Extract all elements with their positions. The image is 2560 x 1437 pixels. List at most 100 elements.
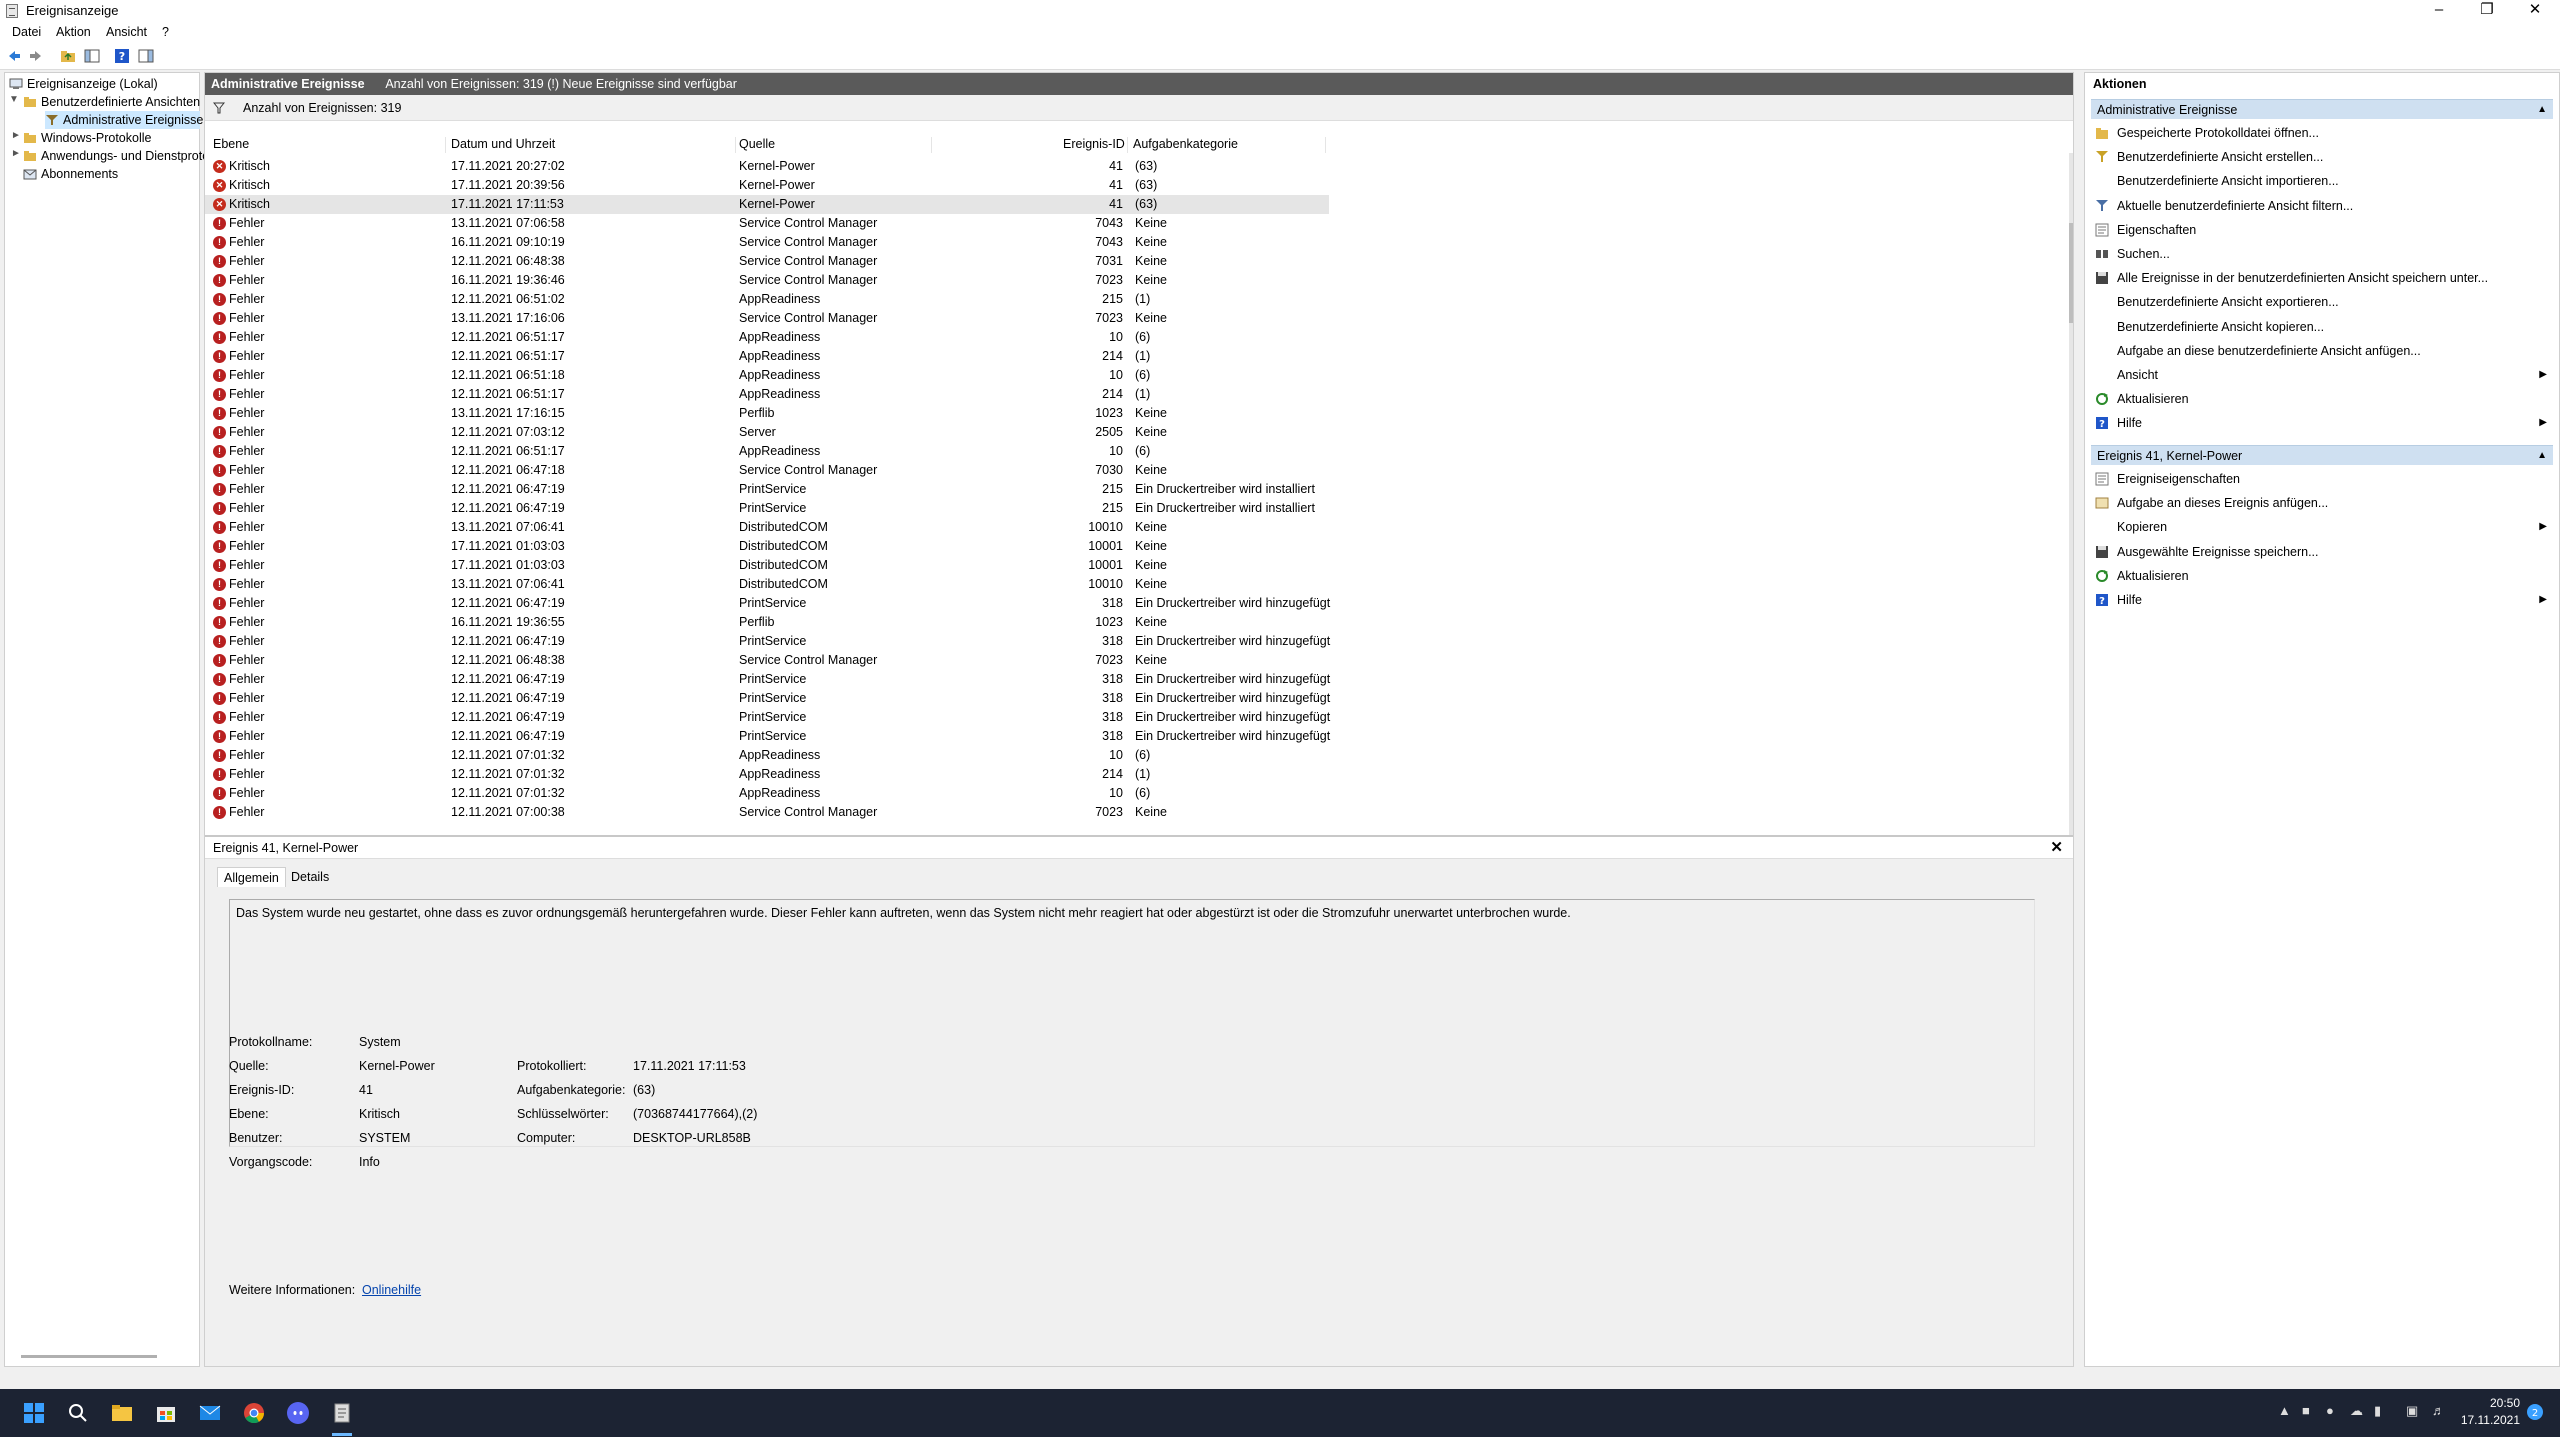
menu-aktion[interactable]: Aktion [56,25,91,39]
tree-item-admin-events[interactable]: Administrative Ereignisse [45,111,203,129]
minimize-button[interactable]: – [2416,0,2462,22]
table-row[interactable]: ! Fehler 16.11.2021 09:10:19 Service Contro… [205,233,1329,252]
file-explorer-icon[interactable] [110,1401,134,1425]
table-row[interactable]: ! Fehler 12.11.2021 07:01:32 AppReadiness 10… [205,784,1329,803]
help-icon[interactable]: ? [114,48,130,64]
action-item[interactable]: Gespeicherte Protokolldatei öffnen... [2091,123,2553,143]
column-separator[interactable] [735,137,736,153]
show-hide-tree-icon[interactable] [84,48,100,64]
table-row[interactable]: ! Fehler 12.11.2021 06:47:19 PrintService 21… [205,499,1329,518]
table-row[interactable]: ! Fehler 12.11.2021 06:47:19 PrintService 31… [205,670,1330,689]
table-row[interactable]: ! Fehler 12.11.2021 06:48:38 Service Contro… [205,252,1329,271]
collapse-arrow-icon[interactable]: ▲ [2537,100,2547,120]
col-header-source[interactable]: Quelle [739,137,775,151]
tree-item-custom-views[interactable]: Benutzerdefinierte Ansichten [23,93,200,111]
tab-details[interactable]: Details [285,867,335,887]
table-row[interactable]: ! Fehler 17.11.2021 01:03:03 DistributedCOM… [205,537,1329,556]
col-header-datetime[interactable]: Datum und Uhrzeit [451,137,555,151]
show-action-pane-icon[interactable] [138,48,154,64]
action-item[interactable]: ? Hilfe ▶ [2091,413,2553,433]
action-item[interactable]: Eigenschaften [2091,220,2553,240]
table-row[interactable]: ✕ Kritisch 17.11.2021 17:11:53 Kernel-Power… [205,195,1329,214]
table-row[interactable]: ! Fehler 12.11.2021 06:47:19 PrintService 31… [205,632,1330,651]
table-row[interactable]: ! Fehler 12.11.2021 07:03:12 Server 2505 Kein… [205,423,1329,442]
table-row[interactable]: ! Fehler 12.11.2021 06:47:19 PrintService 21… [205,480,1329,499]
windows-start-icon[interactable] [22,1401,46,1425]
tree-item-subscriptions[interactable]: Abonnements [23,165,118,183]
action-item[interactable]: Ausgewählte Ereignisse speichern... [2091,542,2553,562]
event-description-box[interactable]: Das System wurde neu gestartet, ohne das… [229,899,2035,1147]
column-separator[interactable] [445,137,446,153]
column-separator[interactable] [931,137,932,153]
tree-item-root[interactable]: Ereignisanzeige (Lokal) [9,75,158,93]
table-row[interactable]: ! Fehler 12.11.2021 07:01:32 AppReadiness 10… [205,746,1329,765]
tray-app-icon[interactable]: ● [2326,1403,2334,1418]
table-row[interactable]: ! Fehler 12.11.2021 07:01:32 AppReadiness 21… [205,765,1329,784]
close-button[interactable]: ✕ [2512,0,2558,22]
action-item[interactable]: Aufgabe an diese benutzerdefinierte Ansi… [2091,341,2553,361]
table-row[interactable]: ✕ Kritisch 17.11.2021 20:39:56 Kernel-Power… [205,176,1329,195]
column-separator[interactable] [1127,137,1128,153]
notification-icon[interactable]: 2 [2526,1403,2544,1421]
scrollbar-thumb[interactable] [2069,223,2073,323]
tree-item-windows-logs[interactable]: Windows-Protokolle [23,129,151,147]
collapsed-chevron-icon[interactable]: ► [11,148,21,159]
table-row[interactable]: ! Fehler 13.11.2021 07:06:58 Service Contro… [205,214,1329,233]
table-row[interactable]: ! Fehler 13.11.2021 17:16:15 Perflib 1023 Kei… [205,404,1329,423]
action-item[interactable]: Benutzerdefinierte Ansicht erstellen... [2091,147,2553,167]
table-row[interactable]: ! Fehler 12.11.2021 06:51:17 AppReadiness 10… [205,328,1329,347]
table-row[interactable]: ! Fehler 12.11.2021 06:51:17 AppReadiness 10… [205,442,1329,461]
close-detail-icon[interactable]: ✕ [2050,837,2063,859]
action-item[interactable]: Alle Ereignisse in der benutzerdefiniert… [2091,268,2553,288]
table-row[interactable]: ! Fehler 16.11.2021 19:36:55 Perflib 1023 Kei… [205,613,1329,632]
action-item[interactable]: Benutzerdefinierte Ansicht importieren..… [2091,171,2553,191]
table-row[interactable]: ! Fehler 12.11.2021 06:51:17 AppReadiness 21… [205,385,1329,404]
table-row[interactable]: ! Fehler 12.11.2021 06:47:19 PrintService 31… [205,689,1330,708]
action-item[interactable]: Suchen... [2091,244,2553,264]
actions-section-event[interactable]: Ereignis 41, Kernel-Power ▲ [2091,445,2553,465]
table-row[interactable]: ! Fehler 12.11.2021 06:47:19 PrintService 31… [205,594,1330,613]
table-row[interactable]: ! Fehler 13.11.2021 17:16:06 Service Contro… [205,309,1329,328]
chrome-icon[interactable] [242,1401,266,1425]
action-item[interactable]: Ereigniseigenschaften [2091,469,2553,489]
discord-icon[interactable] [286,1401,310,1425]
forward-arrow-icon[interactable] [28,48,44,64]
network-icon[interactable]: ▣ [2406,1403,2418,1419]
table-row[interactable]: ! Fehler 12.11.2021 06:48:38 Service Contro… [205,651,1329,670]
menu-help[interactable]: ? [162,25,169,39]
action-item[interactable]: Benutzerdefinierte Ansicht kopieren... [2091,317,2553,337]
action-item[interactable]: ? Hilfe ▶ [2091,590,2553,610]
event-viewer-taskbar-icon[interactable] [330,1401,354,1425]
action-item[interactable]: Ansicht ▶ [2091,365,2553,385]
actions-section-admin-events[interactable]: Administrative Ereignisse ▲ [2091,99,2553,119]
action-item[interactable]: Aktualisieren [2091,566,2553,586]
table-row[interactable]: ! Fehler 17.11.2021 01:03:03 DistributedCOM… [205,556,1329,575]
col-header-task-category[interactable]: Aufgabenkategorie [1133,137,1238,151]
restore-button[interactable]: ❐ [2464,0,2510,22]
menu-ansicht[interactable]: Ansicht [106,25,147,39]
tree-horizontal-scrollbar[interactable] [21,1355,157,1358]
table-row[interactable]: ! Fehler 12.11.2021 06:51:18 AppReadiness 10… [205,366,1329,385]
table-row[interactable]: ! Fehler 12.11.2021 07:00:38 Service Contro… [205,803,1329,822]
action-item[interactable]: Benutzerdefinierte Ansicht exportieren..… [2091,292,2553,312]
tray-cloud-icon[interactable]: ☁ [2350,1403,2363,1419]
col-header-level[interactable]: Ebene [213,137,249,151]
table-row[interactable]: ! Fehler 12.11.2021 06:47:19 PrintService 31… [205,708,1330,727]
tray-mic-icon[interactable]: ▮ [2374,1403,2381,1419]
table-row[interactable]: ! Fehler 16.11.2021 19:36:46 Service Contro… [205,271,1329,290]
mail-icon[interactable] [198,1401,222,1425]
event-table-vertical-scrollbar[interactable] [2069,153,2073,893]
column-separator[interactable] [1325,137,1326,153]
table-row[interactable]: ! Fehler 12.11.2021 06:47:18 Service Contro… [205,461,1329,480]
action-item[interactable]: Aufgabe an dieses Ereignis anfügen... [2091,493,2553,513]
collapse-arrow-icon[interactable]: ▲ [2537,446,2547,466]
online-help-link[interactable]: Onlinehilfe [362,1283,421,1297]
action-item[interactable]: Aktuelle benutzerdefinierte Ansicht filt… [2091,196,2553,216]
menu-datei[interactable]: Datei [12,25,41,39]
back-arrow-icon[interactable] [6,48,22,64]
action-item[interactable]: Aktualisieren [2091,389,2553,409]
col-header-event-id[interactable]: Ereignis-ID [1063,137,1125,151]
search-icon[interactable] [66,1401,90,1425]
table-row[interactable]: ! Fehler 13.11.2021 07:06:41 DistributedCOM… [205,575,1329,594]
taskbar-clock[interactable]: 20:50 17.11.2021 [2461,1395,2520,1429]
